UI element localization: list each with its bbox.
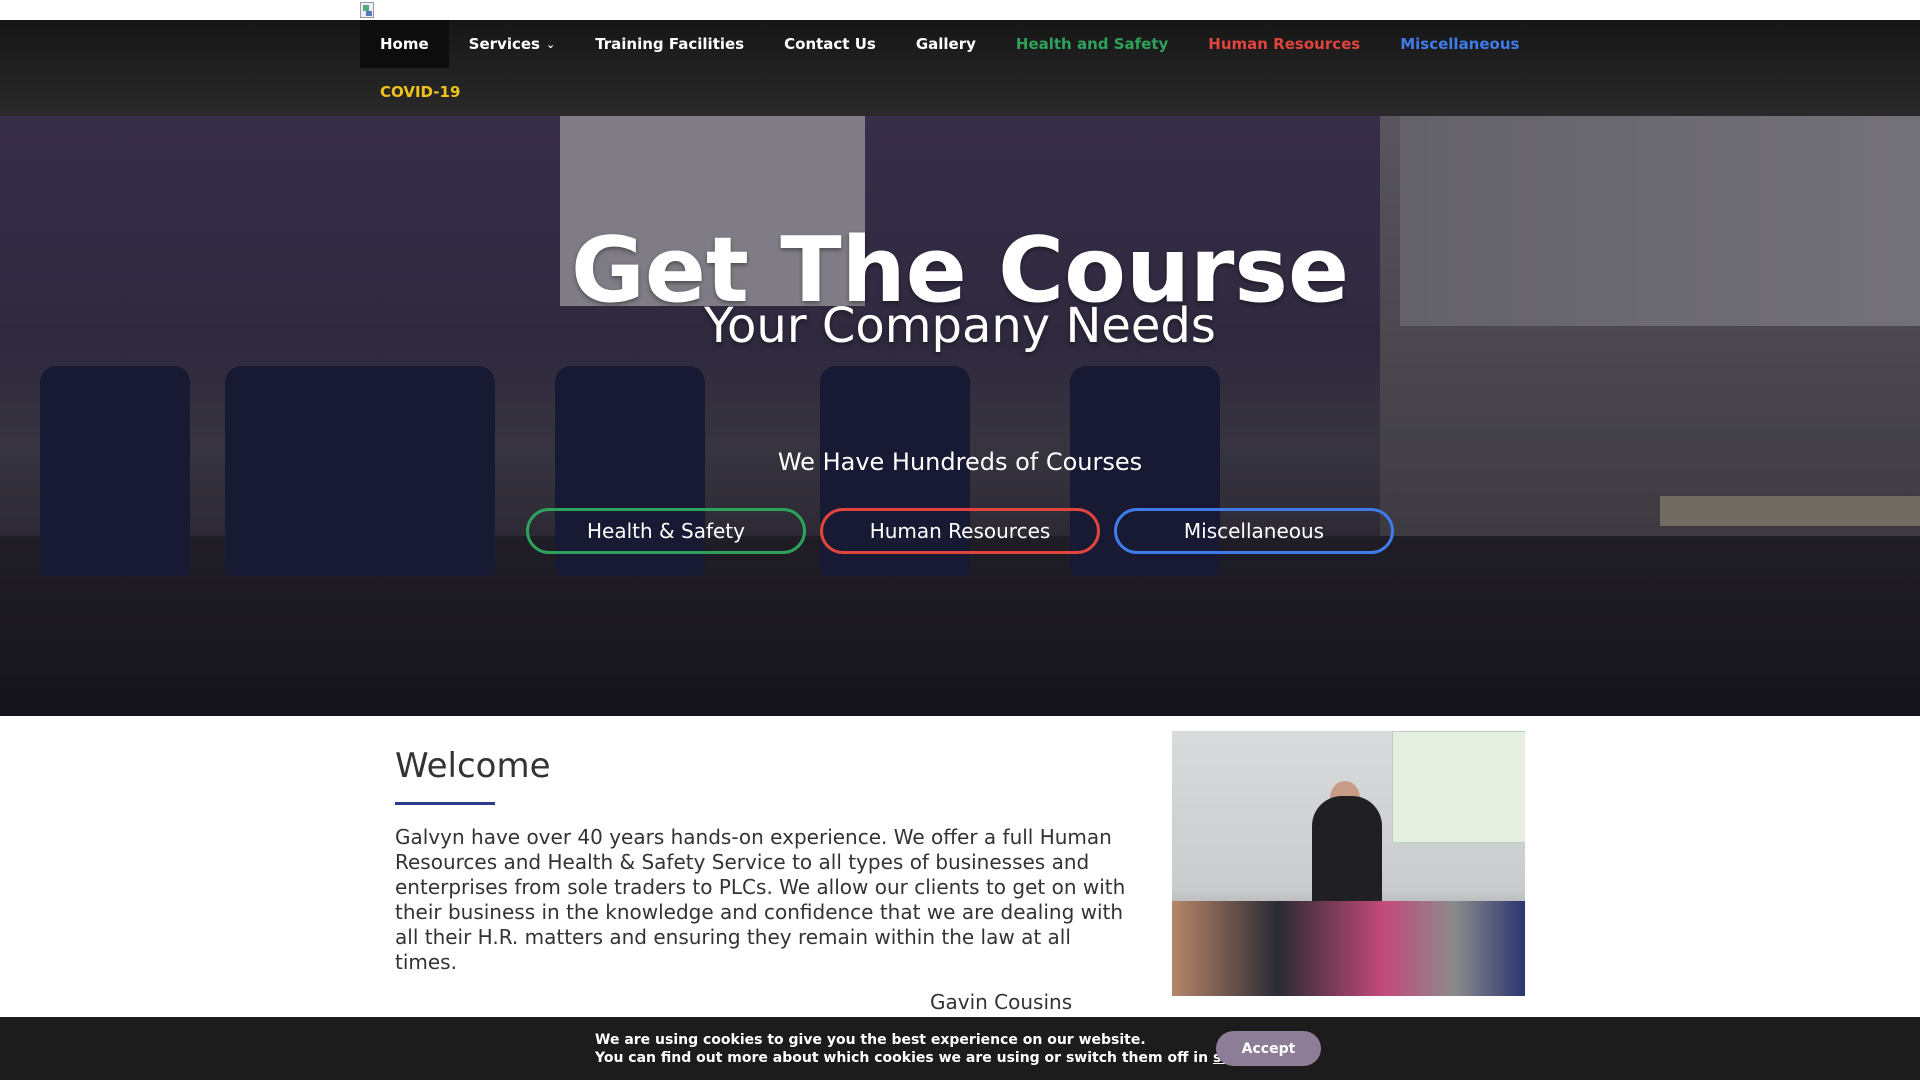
cookie-message: We are using cookies to give you the bes… [595, 1031, 1283, 1067]
nav-item-miscellaneous[interactable]: Miscellaneous [1380, 20, 1539, 68]
nav-label: Health and Safety [1015, 35, 1169, 53]
nav-label: Gallery [915, 35, 976, 53]
human-resources-button[interactable]: Human Resources [820, 508, 1100, 554]
nav-item-services[interactable]: Services ⌄ [449, 20, 576, 68]
nav-item-covid-19[interactable]: COVID-19 [360, 68, 480, 116]
miscellaneous-button[interactable]: Miscellaneous [1114, 508, 1394, 554]
photo-whiteboard [1392, 731, 1525, 843]
nav-row-secondary: COVID-19 [360, 68, 480, 116]
chevron-down-icon: ⌄ [545, 37, 556, 51]
cookie-accept-button[interactable]: Accept [1216, 1031, 1321, 1066]
welcome-heading: Welcome [395, 746, 551, 786]
cookie-message-prefix: You can find out more about which cookie… [595, 1050, 1213, 1066]
nav-label: Services [468, 35, 540, 53]
welcome-divider [395, 802, 495, 805]
photo-audience [1172, 901, 1525, 996]
nav-item-contact-us[interactable]: Contact Us [764, 20, 896, 68]
cookie-message-line1: We are using cookies to give you the bes… [595, 1032, 1146, 1048]
nav-item-home[interactable]: Home [360, 20, 449, 68]
nav-label: Contact Us [784, 35, 876, 53]
hero-subtitle: Your Company Needs [704, 298, 1216, 354]
nav-row-primary: Home Services ⌄ Training Facilities Conta… [360, 20, 1539, 68]
welcome-body-text: Galvyn have over 40 years hands-on exper… [395, 825, 1126, 974]
training-session-photo [1172, 731, 1525, 996]
hero-overlay [0, 116, 1920, 716]
cookie-banner: We are using cookies to give you the bes… [0, 1017, 1920, 1080]
nav-item-training-facilities[interactable]: Training Facilities [575, 20, 764, 68]
nav-label: COVID-19 [380, 83, 461, 101]
health-safety-button[interactable]: Health & Safety [526, 508, 806, 554]
cookie-message-line2: You can find out more about which cookie… [595, 1049, 1283, 1067]
nav-item-health-and-safety[interactable]: Health and Safety [996, 20, 1188, 68]
nav-label: Human Resources [1208, 35, 1361, 53]
main-navigation: Home Services ⌄ Training Facilities Conta… [0, 20, 1920, 116]
site-logo-icon[interactable] [360, 2, 374, 18]
nav-item-gallery[interactable]: Gallery [896, 20, 996, 68]
hero-lead-text: We Have Hundreds of Courses [777, 448, 1143, 476]
nav-label: Miscellaneous [1400, 35, 1520, 53]
top-strip [0, 0, 1920, 20]
nav-item-human-resources[interactable]: Human Resources [1188, 20, 1380, 68]
hero-banner: Get The Course Your Company Needs We Hav… [0, 116, 1920, 716]
welcome-signature: Gavin Cousins [930, 990, 1073, 1014]
nav-label: Home [380, 35, 429, 53]
nav-label: Training Facilities [595, 35, 745, 53]
